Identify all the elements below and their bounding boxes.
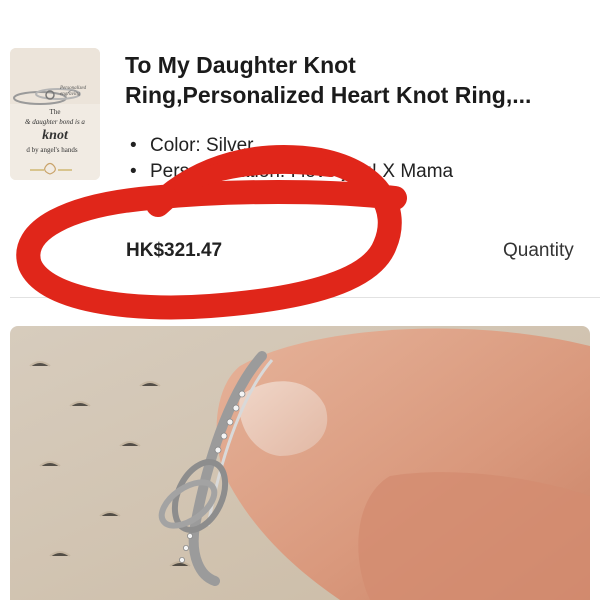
thumbnail-caption: The bbox=[49, 108, 61, 116]
product-attributes: • Color: Silver • Personalization: I love … bbox=[130, 133, 453, 211]
product-title-line: To My Daughter Knot bbox=[125, 52, 356, 78]
attribute-label: Ring size: bbox=[150, 187, 234, 208]
attribute-label: Personalization: bbox=[150, 161, 286, 182]
attribute-value: I love you! X Mama bbox=[290, 161, 454, 182]
attribute-label: Color: bbox=[150, 135, 201, 156]
attribute-ring-size: • Ring size: 8 US bbox=[130, 187, 281, 208]
thumbnail-caption: knot bbox=[42, 128, 68, 143]
product-title-line: Ring,Personalized Heart Knot Ring,... bbox=[125, 82, 532, 108]
ring-photo-image bbox=[10, 326, 590, 600]
quantity-label[interactable]: Quantity bbox=[503, 240, 574, 262]
product-title[interactable]: To My Daughter Knot Ring,Personalized He… bbox=[125, 50, 595, 110]
attribute-value: 8 US bbox=[238, 187, 281, 208]
product-price: HK$321.47 bbox=[126, 240, 223, 261]
thumbnail-tag: Personalized engraving bbox=[60, 86, 87, 97]
attribute-personalization: • Personalization: I love you! X Mama bbox=[130, 161, 454, 182]
ring-photo[interactable] bbox=[10, 326, 590, 600]
attribute-value: Silver bbox=[205, 135, 254, 156]
attribute-color: • Color: Silver bbox=[130, 135, 254, 156]
thumbnail-caption: d by angel's hands bbox=[26, 146, 78, 154]
thumbnail-caption: & daughter bond is a bbox=[25, 118, 85, 126]
divider bbox=[10, 297, 600, 298]
product-thumbnail[interactable]: Personalized engraving The & daughter bo… bbox=[10, 48, 100, 180]
